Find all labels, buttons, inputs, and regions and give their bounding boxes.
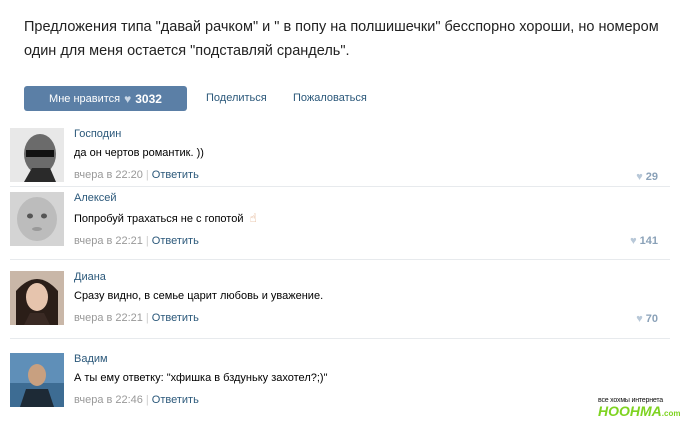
comment-like-count: 70 bbox=[645, 313, 658, 325]
heart-icon: ♥ bbox=[630, 235, 637, 247]
post-text: Предложения типа "давай рачком" и " в по… bbox=[24, 19, 659, 59]
comment-item: Диана Сразу видно, в семье царит любовь … bbox=[10, 271, 670, 329]
comment-likes[interactable]: ♥ 70 bbox=[636, 313, 658, 325]
comment-author[interactable]: Вадим bbox=[74, 353, 327, 365]
heart-icon: ♥ bbox=[636, 313, 643, 325]
comment-likes[interactable]: ♥ 141 bbox=[630, 235, 658, 247]
like-count: 3032 bbox=[135, 91, 162, 106]
comment-time[interactable]: вчера в 22:21 bbox=[74, 235, 143, 247]
heart-icon: ♥ bbox=[636, 171, 643, 183]
comment-time[interactable]: вчера в 22:46 bbox=[74, 394, 143, 406]
avatar[interactable] bbox=[10, 192, 64, 246]
share-link[interactable]: Поделиться bbox=[206, 92, 267, 104]
reply-link[interactable]: Ответить bbox=[152, 394, 199, 406]
watermark-suffix: .com bbox=[661, 409, 681, 418]
comment-item: Господин да он чертов романтик. )) вчера… bbox=[10, 128, 670, 184]
separator: | bbox=[145, 169, 149, 181]
divider bbox=[10, 186, 670, 187]
comment-author[interactable]: Диана bbox=[74, 271, 323, 283]
comment-text: А ты ему ответку: "хфишка в бздуньку зах… bbox=[74, 372, 328, 384]
avatar[interactable] bbox=[10, 271, 64, 325]
comment-author[interactable]: Господин bbox=[74, 128, 204, 140]
report-link[interactable]: Пожаловаться bbox=[293, 92, 367, 104]
finger-emoji-icon: ☝ bbox=[249, 211, 257, 225]
reply-link[interactable]: Ответить bbox=[152, 312, 199, 324]
comment-text: да он чертов романтик. )) bbox=[74, 147, 204, 159]
avatar[interactable] bbox=[10, 128, 64, 182]
comment-likes[interactable]: ♥ 29 bbox=[636, 171, 658, 183]
watermark-logo: HOOHMA bbox=[598, 403, 662, 419]
like-button[interactable]: Мне нравится ♥ 3032 bbox=[24, 86, 187, 111]
separator: | bbox=[145, 394, 149, 406]
avatar[interactable] bbox=[10, 353, 64, 407]
comment-like-count: 141 bbox=[639, 235, 658, 247]
reply-link[interactable]: Ответить bbox=[152, 169, 199, 181]
comment-time[interactable]: вчера в 22:21 bbox=[74, 312, 143, 324]
heart-icon: ♥ bbox=[124, 91, 132, 106]
comment-text: Попробуй трахаться не с гопотой bbox=[74, 213, 244, 225]
reply-link[interactable]: Ответить bbox=[152, 235, 199, 247]
comment-text: Сразу видно, в семье царит любовь и уваж… bbox=[74, 290, 324, 302]
comment-item: Вадим А ты ему ответку: "хфишка в бздунь… bbox=[10, 353, 670, 409]
comment-like-count: 29 bbox=[645, 171, 658, 183]
divider bbox=[10, 259, 670, 260]
divider bbox=[10, 338, 670, 339]
comment-item: Алексей Попробуй трахаться не с гопотой ☝… bbox=[10, 192, 670, 248]
like-label: Мне нравится bbox=[49, 92, 121, 105]
comment-author[interactable]: Алексей bbox=[74, 192, 257, 204]
separator: | bbox=[145, 235, 149, 247]
comment-time[interactable]: вчера в 22:20 bbox=[74, 169, 143, 181]
separator: | bbox=[145, 312, 149, 324]
site-watermark: все хохмы интернета HOOHMA.com bbox=[598, 397, 698, 421]
